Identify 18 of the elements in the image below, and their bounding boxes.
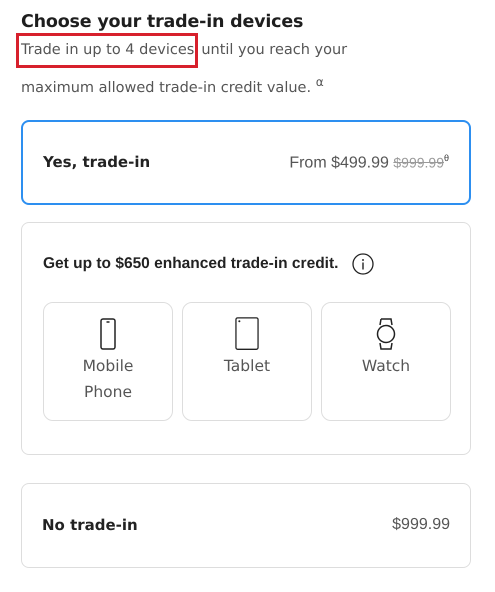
info-icon[interactable] xyxy=(352,252,374,275)
trade-in-option[interactable]: No trade-in $999.99 xyxy=(21,482,471,568)
option-price: $999.99 xyxy=(392,516,450,534)
option-label: Yes, trade-in xyxy=(43,153,150,172)
description-text: maximum allowed trade-in credit value. $^{α}$ xyxy=(20,74,324,98)
device-tile[interactable]: Tablet xyxy=(182,302,312,421)
highlighted-text: Trade in up to 4 devices xyxy=(16,33,198,68)
device-tile[interactable]: Watch xyxy=(321,302,451,421)
option-label: No trade-in xyxy=(42,516,138,534)
device-tile[interactable]: Mobile Phone xyxy=(43,302,173,421)
credit-text: Get up to $650 enhanced trade-in credit. xyxy=(43,254,338,273)
phone-icon xyxy=(100,316,116,351)
section-title: Choose your trade-in devices xyxy=(21,12,304,32)
tablet-icon xyxy=(233,316,261,351)
watch-icon xyxy=(376,316,396,351)
trade-in-option[interactable]: Yes, trade-in From $499.99 $999.99$^{θ}$ xyxy=(21,120,471,205)
option-price: From $499.99 $999.99$^{θ}$ xyxy=(289,152,449,172)
description-text: until you reach your xyxy=(200,41,348,60)
